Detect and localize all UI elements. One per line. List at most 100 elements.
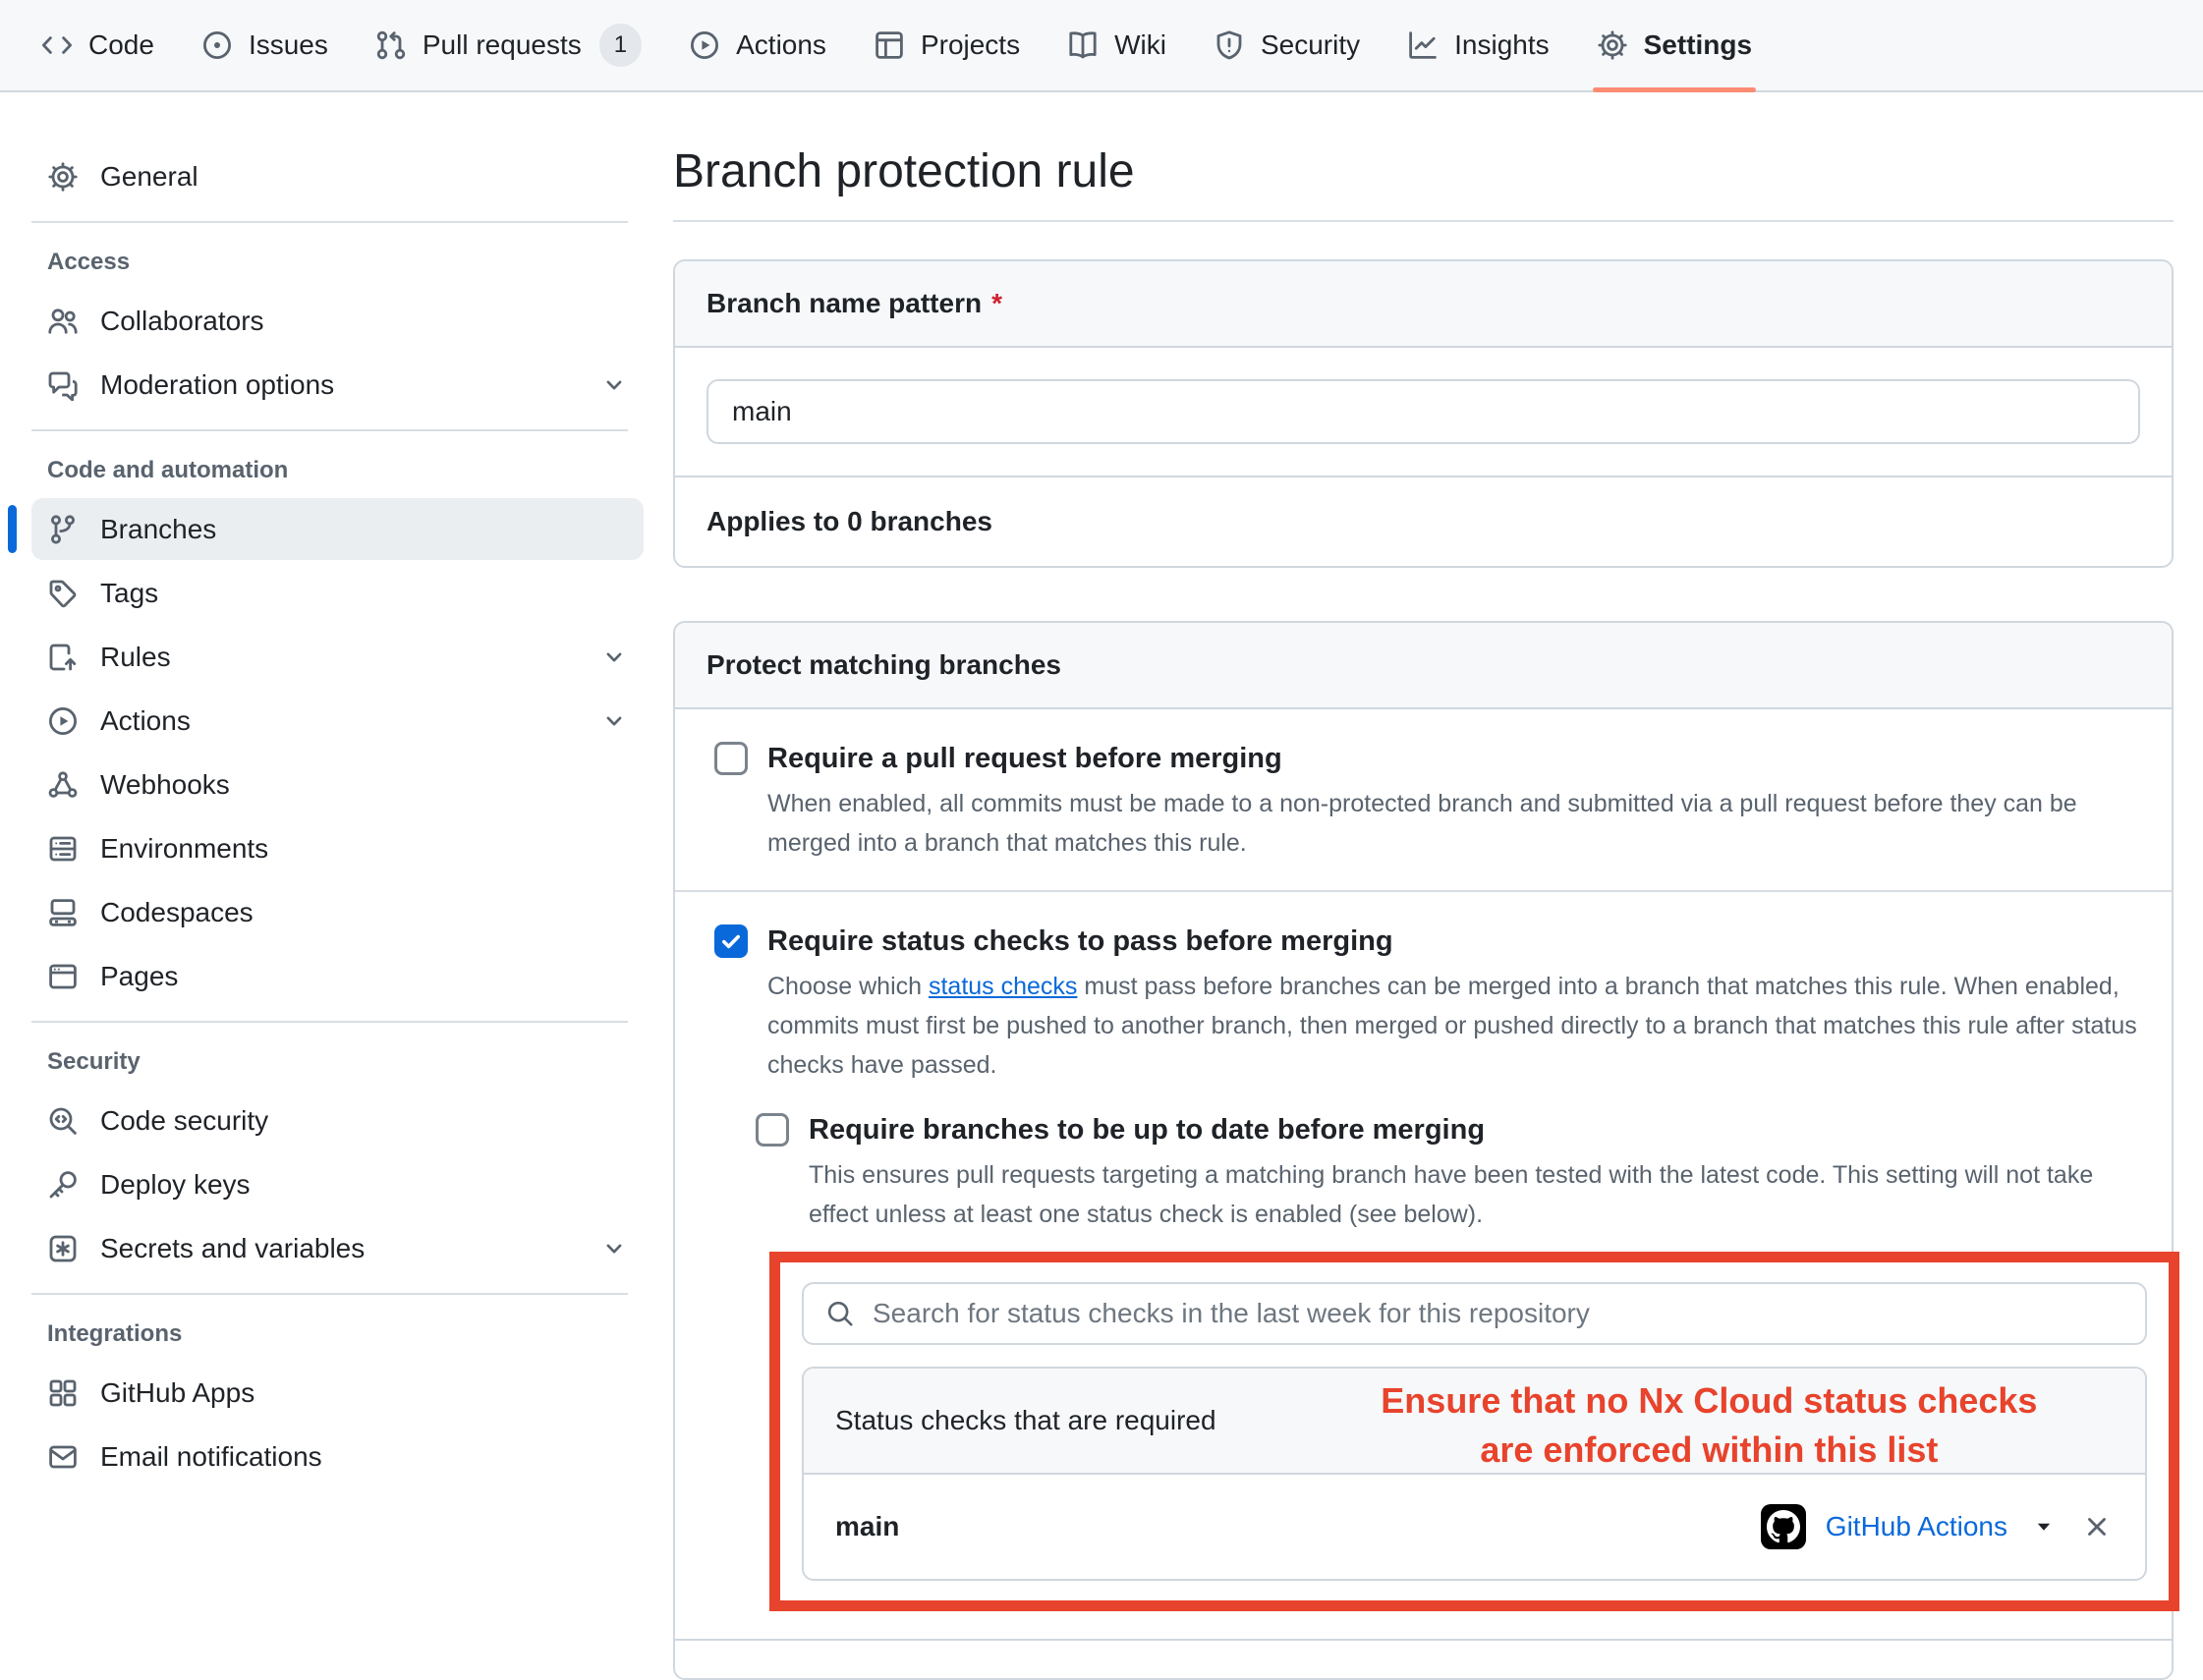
tab-code[interactable]: Code <box>18 0 178 90</box>
pull-requests-count-badge: 1 <box>599 24 642 67</box>
branch-name-pattern-card: Branch name pattern* Applies to 0 branch… <box>673 259 2174 568</box>
remove-status-check-icon[interactable] <box>2080 1512 2114 1541</box>
sidebar-section-code-automation: Code and automation <box>47 457 644 484</box>
status-check-row: main GitHub Actions <box>804 1475 2145 1579</box>
code-icon <box>41 29 73 61</box>
sidebar-divider <box>31 221 628 223</box>
tab-projects[interactable]: Projects <box>850 0 1044 90</box>
sidebar-item-github-apps[interactable]: GitHub Apps <box>31 1362 644 1424</box>
codespaces-icon <box>47 897 79 928</box>
sidebar-item-label: Secrets and variables <box>100 1233 365 1264</box>
chevron-down-icon <box>600 1235 628 1262</box>
sidebar-item-label: Code security <box>100 1105 268 1137</box>
git-pull-request-icon <box>375 29 407 61</box>
required-asterisk: * <box>991 288 1002 318</box>
settings-sidebar: General Access Collaborators Moderation … <box>0 92 644 1489</box>
gear-icon <box>47 161 79 193</box>
sidebar-item-label: Moderation options <box>100 369 334 401</box>
play-icon <box>47 705 79 737</box>
sidebar-item-codespaces[interactable]: Codespaces <box>31 881 644 943</box>
sidebar-item-rules[interactable]: Rules <box>31 626 644 688</box>
sidebar-item-label: Email notifications <box>100 1441 322 1473</box>
tab-label: Projects <box>921 29 1020 61</box>
applies-to-branches: Applies to 0 branches <box>675 476 2172 566</box>
sidebar-item-label: Deploy keys <box>100 1169 251 1201</box>
sidebar-item-secrets-and-variables[interactable]: Secrets and variables <box>31 1217 644 1279</box>
sidebar-divider <box>31 1293 628 1295</box>
sidebar-item-label: GitHub Apps <box>100 1377 254 1409</box>
main-content: Branch protection rule Branch name patte… <box>644 92 2203 1680</box>
sidebar-item-label: Webhooks <box>100 769 230 801</box>
require-pull-request-description: When enabled, all commits must be made t… <box>767 784 2140 863</box>
tab-label: Pull requests <box>423 29 582 61</box>
status-checks-search[interactable]: Search for status checks in the last wee… <box>802 1282 2147 1345</box>
tab-actions[interactable]: Actions <box>665 0 850 90</box>
shield-icon <box>1214 29 1245 61</box>
tab-insights[interactable]: Insights <box>1384 0 1573 90</box>
page-title: Branch protection rule <box>673 143 2174 200</box>
tab-issues[interactable]: Issues <box>178 0 352 90</box>
sidebar-item-label: Pages <box>100 961 178 992</box>
tab-settings[interactable]: Settings <box>1573 0 1776 90</box>
sidebar-item-tags[interactable]: Tags <box>31 562 644 624</box>
tab-label: Insights <box>1454 29 1550 61</box>
require-up-to-date-section: Require branches to be up to date before… <box>756 1110 2140 1611</box>
tab-security[interactable]: Security <box>1190 0 1384 90</box>
sidebar-item-actions[interactable]: Actions <box>31 690 644 752</box>
sidebar-section-access: Access <box>47 249 644 276</box>
tab-wiki[interactable]: Wiki <box>1044 0 1190 90</box>
sidebar-item-pages[interactable]: Pages <box>31 945 644 1007</box>
sidebar-item-environments[interactable]: Environments <box>31 817 644 879</box>
sidebar-item-label: Rules <box>100 642 171 673</box>
sidebar-item-deploy-keys[interactable]: Deploy keys <box>31 1153 644 1215</box>
annotation-highlight-box: Search for status checks in the last wee… <box>769 1252 2179 1611</box>
github-actions-avatar <box>1761 1504 1806 1549</box>
sidebar-item-label: Actions <box>100 705 191 737</box>
chevron-down-icon <box>600 371 628 399</box>
sidebar-item-branches[interactable]: Branches <box>31 498 644 560</box>
sidebar-item-webhooks[interactable]: Webhooks <box>31 754 644 815</box>
require-up-to-date-label[interactable]: Require branches to be up to date before… <box>809 1110 1485 1149</box>
sidebar-item-moderation-options[interactable]: Moderation options <box>31 354 644 416</box>
sidebar-item-code-security[interactable]: Code security <box>31 1090 644 1151</box>
play-icon <box>689 29 720 61</box>
sidebar-item-general[interactable]: General <box>31 145 644 207</box>
tab-label: Code <box>88 29 154 61</box>
webhook-icon <box>47 769 79 801</box>
tab-label: Settings <box>1644 29 1752 61</box>
gear-icon <box>1597 29 1628 61</box>
require-pull-request-label[interactable]: Require a pull request before merging <box>767 739 1282 778</box>
search-icon <box>825 1299 855 1328</box>
protect-matching-branches-card: Protect matching branches Require a pull… <box>673 621 2174 1680</box>
tag-icon <box>47 578 79 609</box>
chevron-down-icon <box>600 707 628 735</box>
description-text: Choose which <box>767 973 929 1000</box>
comment-discussion-icon <box>47 369 79 401</box>
github-actions-link[interactable]: GitHub Actions <box>1826 1511 2007 1542</box>
protect-matching-branches-header: Protect matching branches <box>675 623 2172 709</box>
status-checks-link[interactable]: status checks <box>929 973 1077 1000</box>
people-icon <box>47 306 79 337</box>
require-pull-request-checkbox[interactable] <box>714 742 748 775</box>
tab-label: Wiki <box>1114 29 1166 61</box>
require-status-checks-label[interactable]: Require status checks to pass before mer… <box>767 922 1393 961</box>
sidebar-section-security: Security <box>47 1048 644 1076</box>
status-checks-list-header: Status checks that are required <box>804 1369 2145 1475</box>
tab-label: Issues <box>249 29 328 61</box>
branch-name-pattern-header: Branch name pattern* <box>675 261 2172 348</box>
tab-pull-requests[interactable]: Pull requests 1 <box>352 0 665 90</box>
sidebar-item-email-notifications[interactable]: Email notifications <box>31 1426 644 1487</box>
require-up-to-date-description: This ensures pull requests targeting a m… <box>809 1155 2140 1234</box>
rules-icon <box>47 642 79 673</box>
require-status-checks-description: Choose which status checks must pass bef… <box>767 967 2140 1085</box>
branch-name-pattern-input[interactable] <box>706 379 2140 444</box>
sidebar-item-collaborators[interactable]: Collaborators <box>31 290 644 352</box>
graph-icon <box>1407 29 1439 61</box>
require-up-to-date-checkbox[interactable] <box>756 1113 789 1147</box>
sidebar-item-label: Collaborators <box>100 306 264 337</box>
sidebar-section-integrations: Integrations <box>47 1320 644 1348</box>
sidebar-item-label: Tags <box>100 578 158 609</box>
dropdown-caret-icon[interactable] <box>2027 1514 2061 1540</box>
browser-icon <box>47 961 79 992</box>
require-status-checks-checkbox[interactable] <box>714 924 748 958</box>
